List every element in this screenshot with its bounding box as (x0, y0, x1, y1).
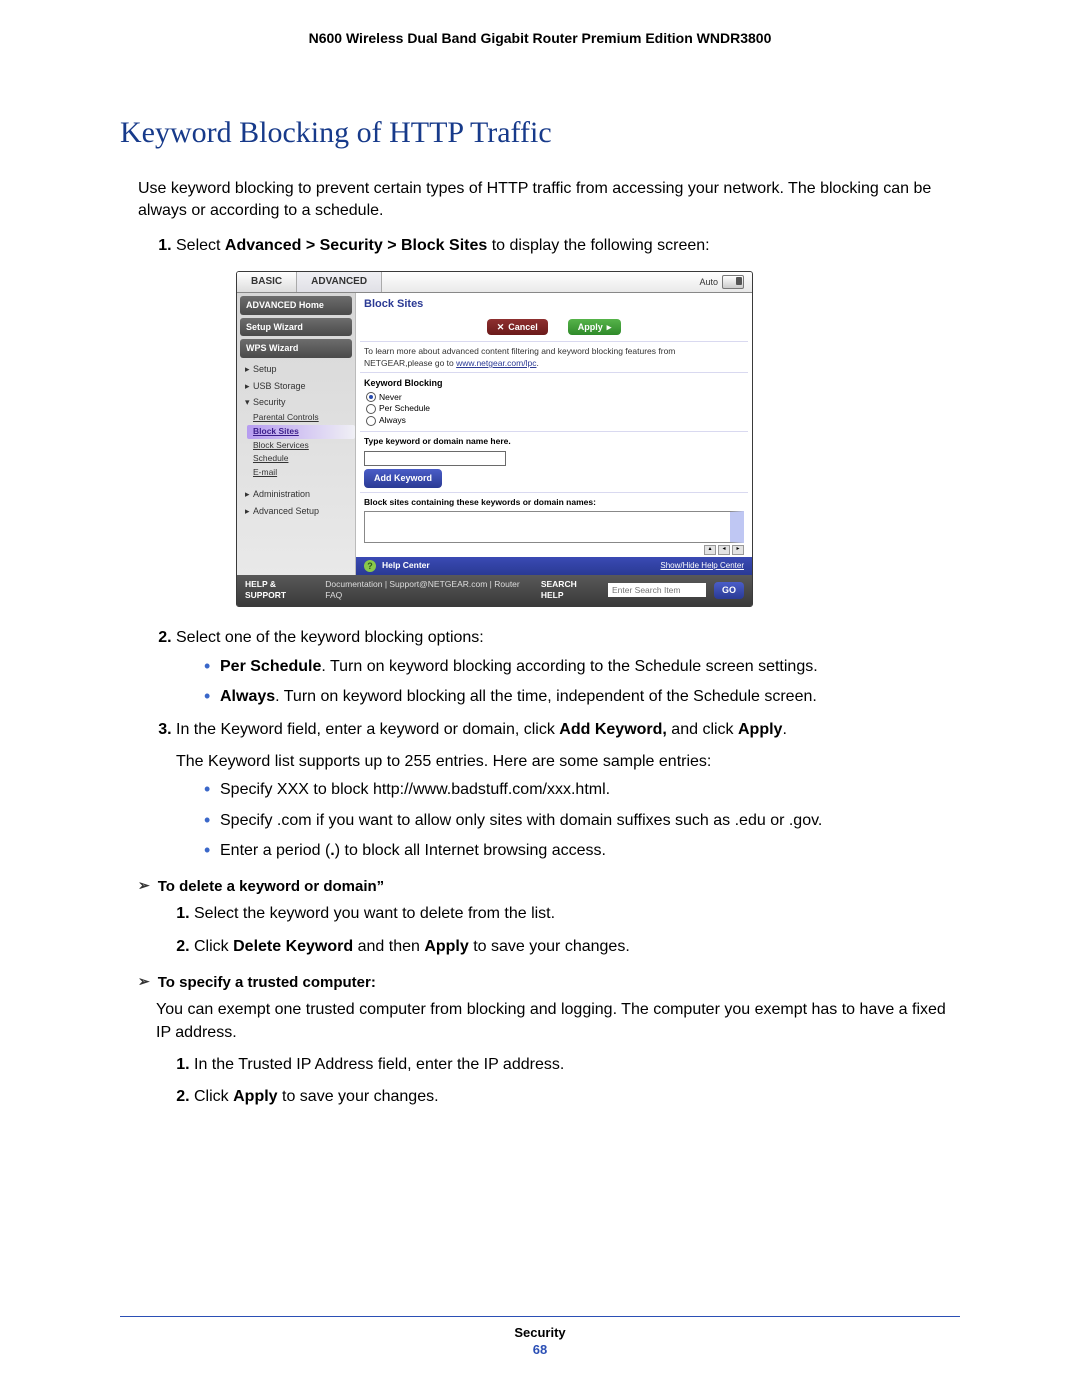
sidebar-sub-email[interactable]: E-mail (253, 466, 355, 480)
block-list-header: Block sites containing these keywords or… (364, 497, 744, 509)
document-header: N600 Wireless Dual Band Gigabit Router P… (120, 30, 960, 46)
step-3: In the Keyword field, enter a keyword or… (176, 719, 960, 863)
radio-always[interactable]: Always (366, 415, 744, 427)
radio-icon (366, 392, 376, 402)
footer-bar: HELP & SUPPORT Documentation | Support@N… (237, 575, 752, 607)
bullet-per-schedule: Per Schedule. Turn on keyword blocking a… (204, 656, 960, 678)
sidebar-home[interactable]: ADVANCED Home (240, 296, 352, 315)
bullet-always: Always. Turn on keyword blocking all the… (204, 686, 960, 708)
step1-post: to display the following screen: (487, 237, 709, 254)
main-step-list: Select Advanced > Security > Block Sites… (150, 235, 960, 863)
search-help-label: SEARCH HELP (541, 579, 600, 603)
toggle-knob[interactable] (722, 275, 744, 289)
main-panel: Block Sites ✕Cancel Apply▸ To learn more… (355, 293, 752, 574)
radio-never[interactable]: Never (366, 392, 744, 404)
step-2: Select one of the keyword blocking optio… (176, 627, 960, 708)
chevron-right-icon: ➢ (138, 972, 150, 993)
help-icon[interactable]: ? (364, 560, 376, 572)
auto-toggle[interactable]: Auto (691, 272, 752, 292)
type-label: Type keyword or domain name here. (364, 436, 744, 448)
page-footer: Security 68 (120, 1310, 960, 1358)
panel-title: Block Sites (356, 293, 752, 316)
close-icon: ✕ (497, 321, 505, 334)
tab-bar: BASIC ADVANCED Auto (237, 272, 752, 293)
trusted-step-2: Click Apply to save your changes. (194, 1086, 960, 1108)
section-title: Keyword Blocking of HTTP Traffic (120, 116, 960, 150)
help-bar: ? Help Center Show/Hide Help Center (356, 557, 752, 575)
radio-icon (366, 404, 376, 414)
sidebar: ADVANCED Home Setup Wizard WPS Wizard ▸S… (237, 293, 355, 574)
intro-paragraph: Use keyword blocking to prevent certain … (138, 178, 960, 223)
chevron-right-icon: ➢ (138, 876, 150, 897)
help-support-label: HELP & SUPPORT (245, 579, 317, 603)
show-hide-help-link[interactable]: Show/Hide Help Center (660, 560, 744, 571)
step1-path: Advanced > Security > Block Sites (225, 237, 487, 254)
step2-text: Select one of the keyword blocking optio… (176, 629, 484, 646)
keyword-input[interactable] (364, 451, 506, 466)
sidebar-security[interactable]: ▾Security (239, 394, 355, 411)
apply-button[interactable]: Apply▸ (568, 319, 622, 336)
radio-per-schedule[interactable]: Per Schedule (366, 403, 744, 415)
trusted-steps: In the Trusted IP Address field, enter t… (168, 1054, 960, 1109)
footer-section: Security (120, 1325, 960, 1340)
keyword-blocking-header: Keyword Blocking (364, 377, 744, 390)
chevron-right-icon: ▸ (607, 321, 612, 334)
scroll-up-icon[interactable]: ▴ (704, 545, 716, 555)
sidebar-sub-block-sites[interactable]: Block Sites (247, 425, 355, 439)
step-1: Select Advanced > Security > Block Sites… (176, 235, 960, 608)
delete-step-1: Select the keyword you want to delete fr… (194, 903, 960, 925)
sidebar-setup[interactable]: ▸Setup (239, 361, 355, 378)
sidebar-advanced-setup[interactable]: ▸Advanced Setup (239, 503, 355, 520)
sidebar-sub-block-services[interactable]: Block Services (253, 439, 355, 453)
sample-xxx: Specify XXX to block http://www.badstuff… (204, 779, 960, 801)
cancel-button[interactable]: ✕Cancel (487, 319, 548, 336)
keyword-listbox[interactable] (364, 511, 744, 543)
step1-pre: Select (176, 237, 225, 254)
info-link[interactable]: www.netgear.com/lpc (456, 358, 536, 368)
search-help-input[interactable] (608, 583, 706, 597)
sidebar-sub-schedule[interactable]: Schedule (253, 452, 355, 466)
sidebar-usb[interactable]: ▸USB Storage (239, 378, 355, 395)
go-button[interactable]: GO (714, 582, 744, 599)
sample-com: Specify .com if you want to allow only s… (204, 810, 960, 832)
auto-label: Auto (699, 276, 718, 289)
sidebar-administration[interactable]: ▸Administration (239, 486, 355, 503)
info-text: To learn more about advanced content fil… (364, 346, 744, 370)
scroll-left-icon[interactable]: ◂ (718, 545, 730, 555)
sidebar-wps-wizard[interactable]: WPS Wizard (240, 339, 352, 358)
sidebar-sub-parental[interactable]: Parental Controls (253, 411, 355, 425)
sample-period: Enter a period (.) to block all Internet… (204, 840, 960, 862)
trusted-step-1: In the Trusted IP Address field, enter t… (194, 1054, 960, 1076)
delete-step-2: Click Delete Keyword and then Apply to s… (194, 936, 960, 958)
support-links[interactable]: Documentation | Support@NETGEAR.com | Ro… (325, 579, 533, 603)
trusted-intro: You can exempt one trusted computer from… (156, 999, 960, 1044)
tab-advanced[interactable]: ADVANCED (297, 272, 382, 292)
delete-steps: Select the keyword you want to delete fr… (168, 903, 960, 958)
sidebar-setup-wizard[interactable]: Setup Wizard (240, 318, 352, 337)
step3-note: The Keyword list supports up to 255 entr… (176, 751, 960, 773)
sub-heading-delete: ➢ To delete a keyword or domain” (138, 876, 960, 897)
router-screenshot: BASIC ADVANCED Auto ADVANCED Home Setup … (236, 271, 753, 607)
scroll-right-icon[interactable]: ▸ (732, 545, 744, 555)
radio-icon (366, 416, 376, 426)
add-keyword-button[interactable]: Add Keyword (364, 469, 442, 488)
help-label: Help Center (382, 560, 430, 572)
sub-heading-trusted: ➢ To specify a trusted computer: (138, 972, 960, 993)
footer-page-number: 68 (120, 1342, 960, 1357)
tab-basic[interactable]: BASIC (237, 272, 297, 292)
